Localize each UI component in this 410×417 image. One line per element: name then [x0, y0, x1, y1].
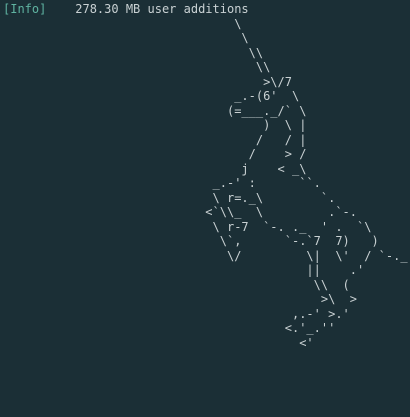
ascii-art-line: \\ ( [3, 277, 350, 292]
ascii-art-line: \\ [3, 60, 271, 74]
ascii-art-line: \ [3, 16, 242, 31]
status-message: 278.30 MB user additions [46, 2, 249, 16]
ascii-art-line: >\/7 [3, 74, 292, 89]
ascii-art-line: <.'_.'' [3, 321, 336, 335]
ascii-art-line: j < _\ [3, 161, 307, 176]
ascii-art-unicorn: \ \ \\ \\ >\/7 _.-(6' \ (=___._/` \) \ … [3, 17, 410, 351]
status-line: [Info] 278.30 MB user additions [3, 2, 410, 17]
ascii-art-line: <' [3, 335, 314, 350]
terminal-window[interactable]: [Info] 278.30 MB user additions \ \ \\ \… [0, 0, 410, 417]
ascii-art-line: || .' [3, 263, 365, 277]
ascii-art-line: / / | [3, 132, 307, 147]
ascii-art-line: \\ [3, 45, 264, 60]
ascii-art-line: (=___._/` \ [3, 103, 307, 118]
ascii-art-line: ) \ | [3, 118, 307, 132]
ascii-art-line: \ r-7 `-. ._ ' . `\ [3, 219, 372, 234]
ascii-art-line: >\ > [3, 292, 358, 306]
ascii-art-line: \ r=._\ `. [3, 190, 336, 205]
ascii-art-line: _.-(6' \ [3, 89, 300, 103]
ascii-art-line: \/ \| \' / `-._ [3, 248, 408, 263]
ascii-art-line: _.-' : ``. [3, 176, 321, 190]
ascii-art-line: <`\\_ \ .`-. [3, 205, 358, 219]
info-tag: [Info] [3, 2, 47, 16]
ascii-art-line: / > / [3, 147, 307, 161]
ascii-art-line: \`, `-.`7 7) ) [3, 234, 379, 248]
ascii-art-line: ,.-' >.' [3, 306, 350, 321]
ascii-art-line: \ [3, 31, 249, 45]
